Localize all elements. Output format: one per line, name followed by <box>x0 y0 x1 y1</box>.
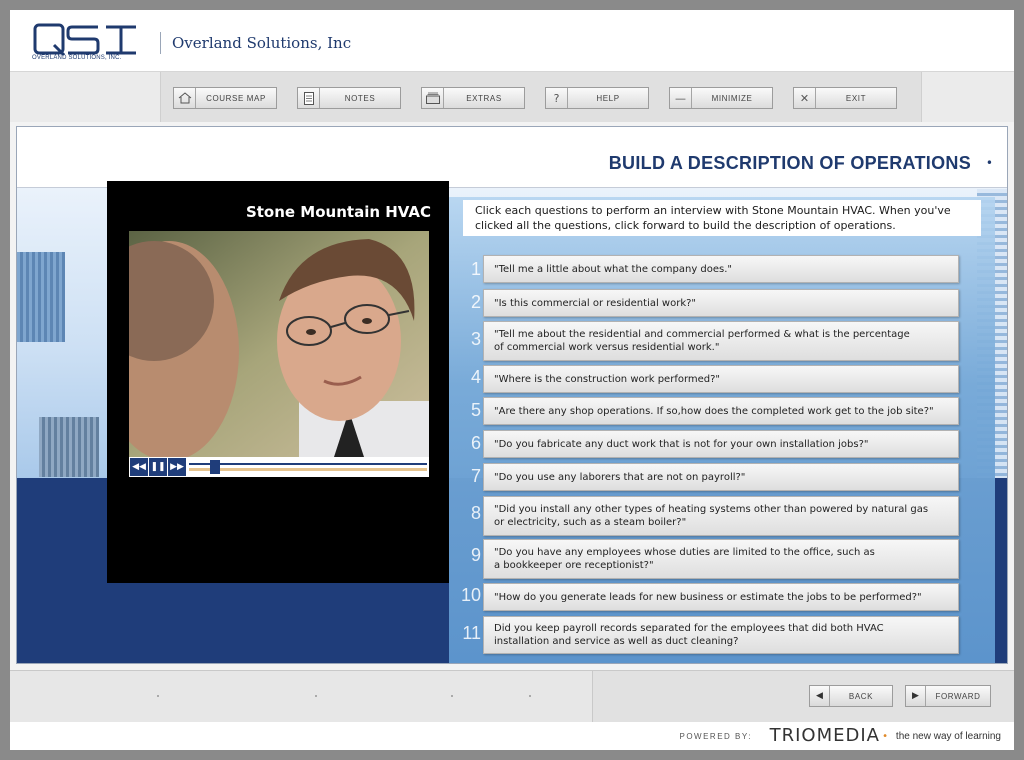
separator-dot <box>451 695 453 697</box>
extras-label: EXTRAS <box>466 93 502 103</box>
question-button[interactable]: "Where is the construction work performe… <box>483 365 959 393</box>
notes-button[interactable]: NOTES <box>297 87 401 109</box>
question-button[interactable]: Did you keep payroll records separated f… <box>483 616 959 654</box>
help-button[interactable]: ? HELP <box>545 87 649 109</box>
video-progress-track[interactable] <box>189 460 427 474</box>
exit-label: EXIT <box>845 93 867 103</box>
question-button[interactable]: "Do you use any laborers that are not on… <box>483 463 959 491</box>
back-label: BACK <box>848 691 874 701</box>
progress-line <box>189 463 427 465</box>
question-number: 1 <box>470 259 481 279</box>
video-frame[interactable] <box>129 231 429 457</box>
question-button[interactable]: "Are there any shop operations. If so,ho… <box>483 397 959 425</box>
forward-label: FORWARD <box>935 691 981 701</box>
rewind-icon[interactable]: ◀◀ <box>130 458 148 476</box>
extras-button[interactable]: EXTRAS <box>421 87 525 109</box>
forward-arrow-icon: ▶ <box>906 686 926 706</box>
brand-dot: • <box>882 731 888 742</box>
navigation-bar: ◀ BACK ▶ FORWARD <box>10 670 1014 723</box>
question-number: 4 <box>470 367 481 387</box>
question-button[interactable]: "Did you install any other types of heat… <box>483 496 959 536</box>
logo-subtitle: OVERLAND SOLUTIONS, INC. <box>32 55 122 61</box>
powered-by-bar: POWERED BY: TRIOMEDIA • the new way of l… <box>10 722 1014 750</box>
notes-icon <box>298 88 320 108</box>
question-button[interactable]: "Tell me a little about what the company… <box>483 255 959 283</box>
background-building <box>39 417 99 477</box>
help-label: HELP <box>596 93 620 103</box>
powered-by-label: POWERED BY: <box>679 732 752 741</box>
question-number: 9 <box>470 545 481 565</box>
close-icon: ✕ <box>794 88 816 108</box>
extras-icon <box>422 88 444 108</box>
help-icon: ? <box>546 88 568 108</box>
minimize-icon: — <box>670 88 692 108</box>
course-map-button[interactable]: COURSE MAP <box>173 87 277 109</box>
background-building <box>17 252 65 342</box>
question-button[interactable]: "Tell me about the residential and comme… <box>483 321 959 361</box>
minimize-label: MINIMIZE <box>711 93 753 103</box>
company-name: Overland Solutions, Inc <box>172 34 352 52</box>
forward-button[interactable]: ▶ FORWARD <box>905 685 991 707</box>
pause-icon[interactable]: ❚❚ <box>149 458 167 476</box>
title-bullet: • <box>985 156 993 170</box>
separator-dot <box>315 695 317 697</box>
progress-handle[interactable] <box>210 460 221 474</box>
navigation-buttons: ◀ BACK ▶ FORWARD <box>592 671 1014 723</box>
back-button[interactable]: ◀ BACK <box>809 685 893 707</box>
separator-dot <box>529 695 531 697</box>
page-title: BUILD A DESCRIPTION OF OPERATIONS <box>608 153 971 173</box>
question-number: 10 <box>460 585 481 605</box>
question-number: 7 <box>470 466 481 486</box>
toolbar: COURSE MAP NOTES EXTRAS ? HELP — MINIMIZ… <box>10 72 1014 122</box>
question-button[interactable]: "Is this commercial or residential work?… <box>483 289 959 317</box>
question-button[interactable]: "How do you generate leads for new busin… <box>483 583 959 611</box>
buffer-line <box>189 468 427 471</box>
question-number: 11 <box>462 623 481 643</box>
video-title: Stone Mountain HVAC <box>245 203 431 221</box>
fast-forward-icon[interactable]: ▶▶ <box>168 458 186 476</box>
header-divider <box>160 32 161 54</box>
tagline: the new way of learning <box>895 731 1001 742</box>
instructions-text: Click each questions to perform an inter… <box>463 200 981 236</box>
content-panel: BUILD A DESCRIPTION OF OPERATIONS • Clic… <box>16 126 1008 664</box>
question-button[interactable]: "Do you fabricate any duct work that is … <box>483 430 959 458</box>
minimize-button[interactable]: — MINIMIZE <box>669 87 773 109</box>
video-player: Stone Mountain HVAC ◀◀ ❚❚ ▶▶ <box>107 181 449 583</box>
back-arrow-icon: ◀ <box>810 686 830 706</box>
question-number: 6 <box>470 433 481 453</box>
question-number: 5 <box>470 400 481 420</box>
header: OVERLAND SOLUTIONS, INC. Overland Soluti… <box>10 10 1014 72</box>
exit-button[interactable]: ✕ EXIT <box>793 87 897 109</box>
separator-dot <box>157 695 159 697</box>
question-number: 8 <box>470 503 481 523</box>
interview-still-image <box>129 231 429 457</box>
video-controls: ◀◀ ❚❚ ▶▶ <box>129 457 429 477</box>
notes-label: NOTES <box>344 93 376 103</box>
triomedia-logo: TRIOMEDIA <box>769 725 880 746</box>
toolbar-buttons: COURSE MAP NOTES EXTRAS ? HELP — MINIMIZ… <box>160 72 922 122</box>
course-window: OVERLAND SOLUTIONS, INC. Overland Soluti… <box>10 10 1014 750</box>
question-number: 2 <box>470 292 481 312</box>
question-button[interactable]: "Do you have any employees whose duties … <box>483 539 959 579</box>
question-number: 3 <box>470 329 481 349</box>
course-map-label: COURSE MAP <box>206 93 266 103</box>
home-icon <box>174 88 196 108</box>
